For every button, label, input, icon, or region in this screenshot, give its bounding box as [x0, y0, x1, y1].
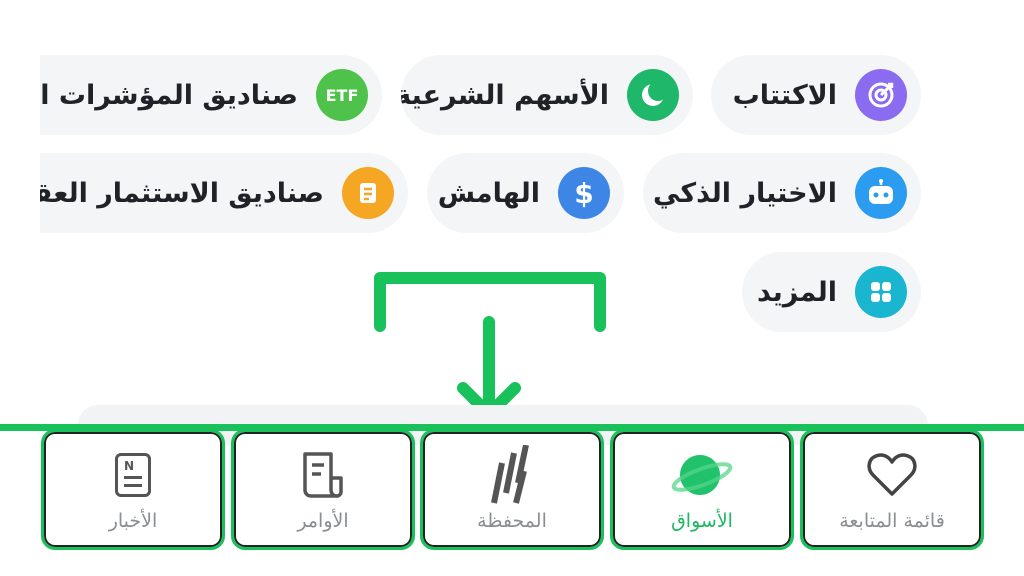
- chip-smart-pick[interactable]: الاختيار الذكي: [643, 153, 921, 233]
- chip-etf-label: صناديق المؤشرات المت: [40, 79, 298, 111]
- tab-news-label: الأخبار: [108, 510, 158, 532]
- chip-reit[interactable]: صناديق الاستثمار العقاري: [40, 153, 408, 233]
- chip-margin[interactable]: $ الهامش: [427, 153, 624, 233]
- tab-portfolio-label: المحفظة: [477, 510, 547, 532]
- chip-etf[interactable]: ETF صناديق المؤشرات المت: [40, 55, 382, 135]
- heart-icon: [866, 448, 918, 502]
- tab-watchlist[interactable]: قائمة المتابعة: [800, 429, 984, 550]
- etf-icon: ETF: [316, 69, 368, 121]
- chip-more-label: المزيد: [756, 276, 837, 308]
- bars-icon: [488, 445, 536, 504]
- tab-markets[interactable]: الأسواق: [610, 429, 794, 550]
- tab-news[interactable]: N الأخبار: [41, 429, 225, 550]
- robot-icon: [855, 167, 907, 219]
- chip-ipo-label: الاكتتاب: [732, 79, 837, 111]
- tab-portfolio[interactable]: المحفظة: [420, 429, 604, 550]
- chip-sharia-stocks[interactable]: الأسهم الشرعية: [401, 55, 693, 135]
- document-icon: [342, 167, 394, 219]
- receipt-icon: [299, 448, 347, 502]
- tab-orders[interactable]: الأوامر: [231, 429, 415, 550]
- crescent-icon: [627, 69, 679, 121]
- chip-reit-label: صناديق الاستثمار العقاري: [40, 177, 324, 209]
- newspaper-icon: N: [115, 448, 151, 502]
- chip-sharia-stocks-label: الأسهم الشرعية: [401, 79, 609, 111]
- tab-orders-label: الأوامر: [297, 510, 349, 532]
- tab-markets-label: الأسواق: [671, 510, 733, 532]
- chip-more[interactable]: المزيد: [742, 252, 921, 332]
- tab-watchlist-label: قائمة المتابعة: [839, 510, 945, 532]
- target-icon: [855, 69, 907, 121]
- chip-smart-pick-label: الاختيار الذكي: [653, 177, 837, 209]
- planet-icon: [670, 448, 734, 502]
- chip-ipo[interactable]: الاكتتاب: [711, 55, 921, 135]
- dollar-icon: $: [558, 167, 610, 219]
- chip-margin-label: الهامش: [437, 177, 540, 209]
- grid-icon: [855, 266, 907, 318]
